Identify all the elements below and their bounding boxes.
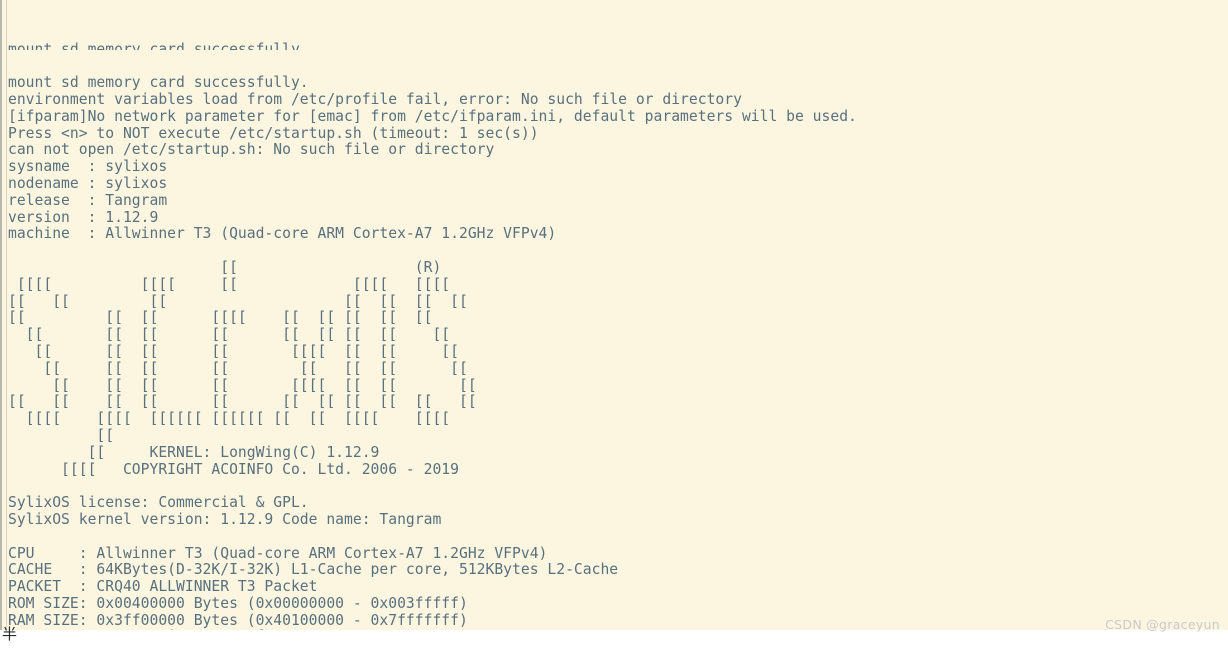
terminal-line: can not open /etc/startup.sh: No such fi… [8, 141, 495, 159]
terminal-line: [[[[ COPYRIGHT ACOINFO Co. Ltd. 2006 - 2… [8, 460, 459, 478]
terminal-line: SylixOS kernel version: 1.12.9 Code name… [8, 510, 442, 528]
terminal-line: Press <n> to NOT execute /etc/startup.sh… [8, 124, 539, 142]
terminal-line: [[ [[ [[ [[ [[ [[ [[ [[ [[ [8, 326, 451, 344]
terminal-line: release : Tangram [8, 191, 168, 209]
terminal-line: version : 1.12.9 [8, 208, 159, 226]
terminal-line: [[ [[ [[ [[ [[ [[ [[ [8, 292, 468, 310]
terminal-line: machine : Allwinner T3 (Quad-core ARM Co… [8, 225, 557, 243]
terminal-line: PACKET : CRQ40 ALLWINNER T3 Packet [8, 578, 318, 596]
terminal-line: [[ [[ [[ [[ [[[[ [[ [[ [[ [8, 376, 477, 394]
terminal-line: RAM SIZE: 0x3ff00000 Bytes (0x40100000 -… [8, 611, 468, 629]
terminal-output[interactable]: mount sd memory card successfully. mount … [8, 0, 1223, 630]
terminal-line: mount sd memory card successfully. [8, 74, 309, 92]
terminal-line: [[ [[ [[ [[[[ [[ [[ [[ [[ [[ [8, 309, 433, 327]
terminal-line: ROM SIZE: 0x00400000 Bytes (0x00000000 -… [8, 594, 468, 612]
terminal-line: CPU : Allwinner T3 (Quad-core ARM Cortex… [8, 544, 548, 562]
console-frame-edge [0, 0, 7, 630]
terminal-line: [[ [[ [[ [[ [[[[ [[ [[ [[ [8, 342, 459, 360]
terminal-line: environment variables load from /etc/pro… [8, 90, 742, 108]
terminal-window[interactable]: mount sd memory card successfully. mount … [0, 0, 1228, 630]
terminal-line: [[ (R) [8, 258, 442, 276]
terminal-line: nodename : sylixos [8, 174, 168, 192]
terminal-line: sysname : sylixos [8, 158, 168, 176]
terminal-line: SylixOS license: Commercial & GPL. [8, 494, 309, 512]
terminal-line: [[[[ [[[[ [[[[[[ [[[[[[ [[ [[ [[[[ [[[[ [8, 410, 451, 428]
terminal-line: [[ [[ [[ [[ [[ [[ [[ [[ [[ [[ [[ [8, 393, 477, 411]
terminal-line: [[ KERNEL: LongWing(C) 1.12.9 [8, 443, 380, 461]
bottom-strip: 半 [0, 626, 1228, 648]
terminal-line: [ifparam]No network parameter for [emac]… [8, 107, 857, 125]
terminal-line: [[[[ [[[[ [[ [[[[ [[[[ [8, 275, 451, 293]
terminal-line: CACHE : 64KBytes(D-32K/I-32K) L1-Cache p… [8, 561, 619, 579]
terminal-line: [[ [8, 426, 115, 444]
watermark-label: CSDN @graceyun [1105, 617, 1220, 632]
terminal-line: mount sd memory card successfully. [8, 42, 1223, 50]
clipped-text-fragment: 半 [2, 626, 18, 642]
terminal-line: [[ [[ [[ [[ [[ [[ [[ [[ [8, 359, 468, 377]
screen: mount sd memory card successfully. mount … [0, 0, 1228, 648]
